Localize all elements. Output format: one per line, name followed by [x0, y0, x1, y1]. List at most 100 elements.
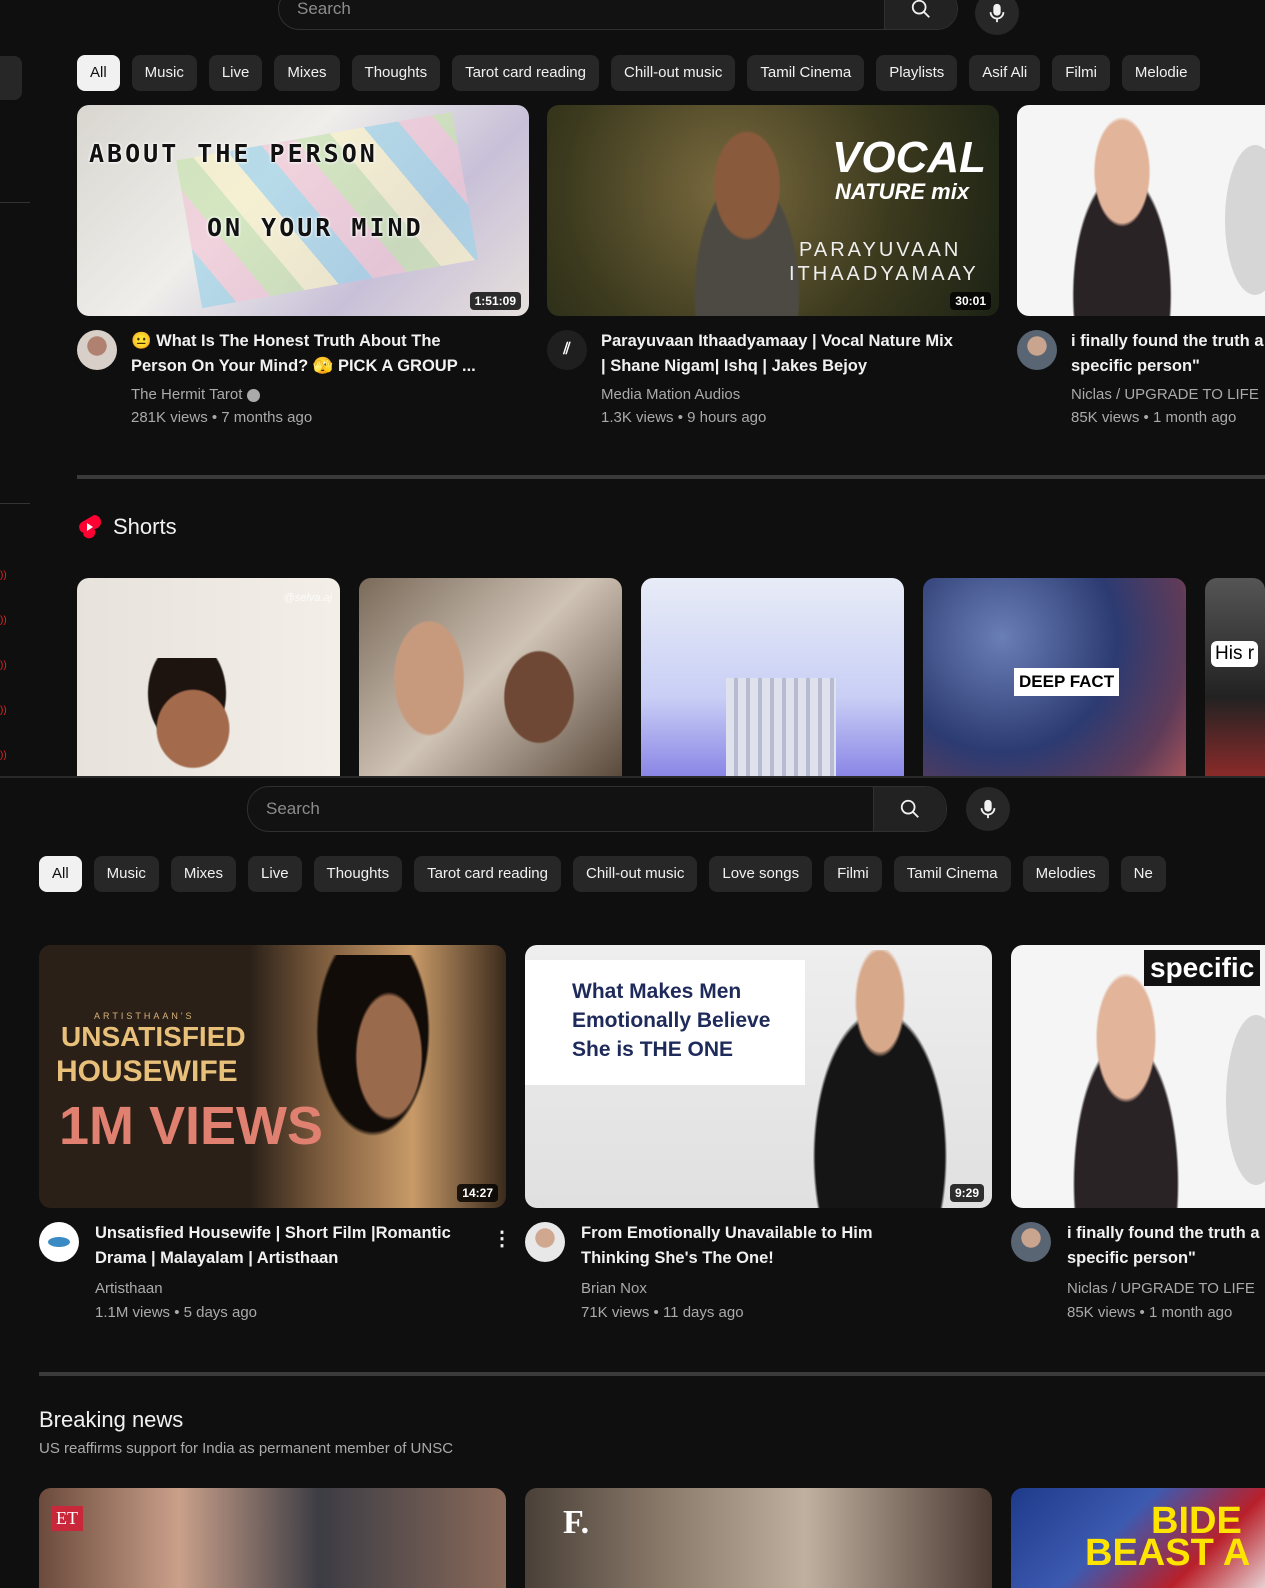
channel-name[interactable]: The Hermit Tarot: [131, 386, 260, 403]
video-thumbnail[interactable]: ARTISTHAAN'S UNSATISFIED HOUSEWIFE 1M VI…: [39, 945, 506, 1208]
search-input[interactable]: Search: [248, 799, 873, 819]
video-thumbnail[interactable]: [1017, 105, 1265, 316]
thumbnail-person: [785, 950, 975, 1208]
section-divider: [77, 475, 1265, 479]
video-meta: 85K views • 1 month ago: [1071, 409, 1237, 426]
filter-chip[interactable]: Music: [93, 856, 159, 892]
video-title[interactable]: 😐 What Is The Honest Truth About The Per…: [131, 329, 531, 379]
channel-name[interactable]: Media Mation Audios: [601, 386, 740, 403]
voice-search-button[interactable]: [975, 0, 1019, 35]
channel-name[interactable]: Niclas / UPGRADE TO LIFE: [1067, 1280, 1265, 1297]
news-thumbnail[interactable]: ET: [39, 1488, 506, 1588]
search-button[interactable]: [884, 0, 957, 29]
news-headline-text: BEAST A: [1085, 1532, 1251, 1574]
filter-chip[interactable]: Chill-out music: [611, 55, 736, 91]
channel-avatar[interactable]: [39, 1222, 79, 1262]
video-title[interactable]: Unsatisfied Housewife | Short Film |Roma…: [95, 1221, 495, 1271]
thumbnail-text: NATURE mix: [835, 179, 970, 204]
breaking-news-subtitle: US reaffirms support for India as perman…: [39, 1440, 454, 1457]
live-indicator-icon: )): [0, 570, 7, 581]
filter-chip[interactable]: Chill-out music: [573, 856, 698, 892]
video-thumbnail[interactable]: What Makes Men Emotionally Believe She i…: [525, 945, 992, 1208]
video-meta: 71K views • 11 days ago: [581, 1304, 744, 1321]
video-title[interactable]: From Emotionally Unavailable to Him Thin…: [581, 1221, 981, 1271]
thumbnail-text: HOUSEWIFE: [56, 1055, 238, 1088]
short-thumbnail[interactable]: DEEP FACT: [923, 578, 1186, 776]
short-thumbnail[interactable]: @selva.aj: [77, 578, 340, 776]
video-thumbnail[interactable]: VOCAL NATURE mix PARAYUVAAN ITHAADYAMAAY…: [547, 105, 999, 316]
channel-avatar[interactable]: [77, 330, 117, 370]
video-title[interactable]: i finally found the truth a specific per…: [1067, 1221, 1265, 1271]
shorts-label: Shorts: [113, 514, 177, 539]
thumbnail-text: specific: [1144, 950, 1261, 986]
filter-chip[interactable]: Live: [208, 55, 263, 91]
news-source-badge: ET: [51, 1506, 83, 1531]
filter-chip[interactable]: Melodies: [1022, 856, 1109, 892]
search-button[interactable]: [873, 787, 946, 831]
short-thumbnail[interactable]: His r: [1205, 578, 1265, 776]
video-title-line: Thinking She's The One!: [581, 1249, 774, 1267]
video-thumbnail[interactable]: ABOUT THE PERSON ON YOUR MIND 1:51:09: [77, 105, 529, 316]
channel-avatar[interactable]: [1011, 1222, 1051, 1262]
video-title-line: Parayuvaan Ithaadyamaay | Vocal Nature M…: [601, 332, 953, 350]
filter-chip[interactable]: Live: [248, 856, 302, 892]
thumbnail-text: ARTISTHAAN'S: [94, 1011, 195, 1021]
microphone-icon: [989, 3, 1005, 23]
filter-chip[interactable]: Melodie: [1121, 55, 1201, 91]
filter-chip[interactable]: Asif Ali: [969, 55, 1041, 91]
video-title-line: Unsatisfied Housewife | Short Film |Roma…: [95, 1224, 451, 1242]
search-icon: [911, 0, 930, 18]
filter-chip[interactable]: Tamil Cinema: [747, 55, 865, 91]
filter-chip[interactable]: Playlists: [876, 55, 958, 91]
channel-name[interactable]: Niclas / UPGRADE TO LIFE: [1071, 386, 1265, 403]
sidebar-divider: [0, 503, 30, 504]
video-duration: 9:29: [949, 1184, 984, 1202]
short-thumbnail[interactable]: [359, 578, 622, 776]
search-bar[interactable]: Search: [247, 786, 947, 832]
channel-name[interactable]: Brian Nox: [581, 1280, 647, 1297]
filter-chip[interactable]: All: [77, 55, 120, 91]
filter-chip[interactable]: Filmi: [824, 856, 882, 892]
filter-chip[interactable]: Tarot card reading: [414, 856, 561, 892]
video-title-line: Person On Your Mind? 🫣 PICK A GROUP ...: [131, 357, 476, 375]
thumbnail-text: VOCAL: [832, 133, 986, 182]
video-title[interactable]: Parayuvaan Ithaadyamaay | Vocal Nature M…: [601, 329, 1001, 379]
channel-avatar[interactable]: [525, 1222, 565, 1262]
video-title[interactable]: i finally found the truth a specific per…: [1071, 329, 1265, 379]
filter-chip[interactable]: Thoughts: [313, 856, 403, 892]
search-input[interactable]: Search: [279, 0, 884, 19]
video-meta: 1.1M views • 5 days ago: [95, 1304, 257, 1321]
thumbnail-text: PARAYUVAAN: [799, 239, 962, 261]
sidebar-item[interactable]: [0, 56, 22, 100]
filter-chip[interactable]: Mixes: [170, 856, 237, 892]
filter-chip[interactable]: Love songs: [709, 856, 813, 892]
more-options-icon[interactable]: ⋮: [492, 1226, 512, 1251]
filter-chip[interactable]: Tarot card reading: [452, 55, 599, 91]
news-thumbnail[interactable]: F.: [525, 1488, 992, 1588]
breaking-news-heading: Breaking news: [39, 1407, 184, 1432]
video-title-line: | Shane Nigam| Ishq | Jakes Bejoy: [601, 357, 868, 375]
thumbnail-person: [1046, 965, 1206, 1208]
video-title-line: specific person": [1071, 357, 1200, 375]
filter-chip[interactable]: Tamil Cinema: [893, 856, 1011, 892]
thumbnail-text: 1M VIEWS: [59, 1096, 324, 1156]
shorts-header: Shorts: [77, 513, 177, 541]
search-bar[interactable]: Search: [278, 0, 958, 30]
channel-avatar[interactable]: ⫽: [547, 330, 587, 370]
verified-icon: [246, 388, 260, 402]
filter-chip[interactable]: Mixes: [274, 55, 340, 91]
video-meta: 281K views • 7 months ago: [131, 409, 313, 426]
channel-avatar[interactable]: [1017, 330, 1057, 370]
filter-chip[interactable]: Ne: [1120, 856, 1166, 892]
thumbnail-object: [1225, 145, 1265, 295]
filter-chip[interactable]: Music: [131, 55, 197, 91]
channel-name[interactable]: Artisthaan: [95, 1280, 163, 1297]
filter-chip[interactable]: Thoughts: [351, 55, 441, 91]
filter-chip[interactable]: Filmi: [1052, 55, 1110, 91]
voice-search-button[interactable]: [966, 787, 1010, 831]
short-thumbnail[interactable]: [641, 578, 904, 776]
video-thumbnail[interactable]: specific: [1011, 945, 1265, 1208]
news-thumbnail[interactable]: BIDE BEAST A: [1011, 1488, 1265, 1588]
thumbnail-person: [479, 618, 599, 776]
filter-chip[interactable]: All: [39, 856, 82, 892]
